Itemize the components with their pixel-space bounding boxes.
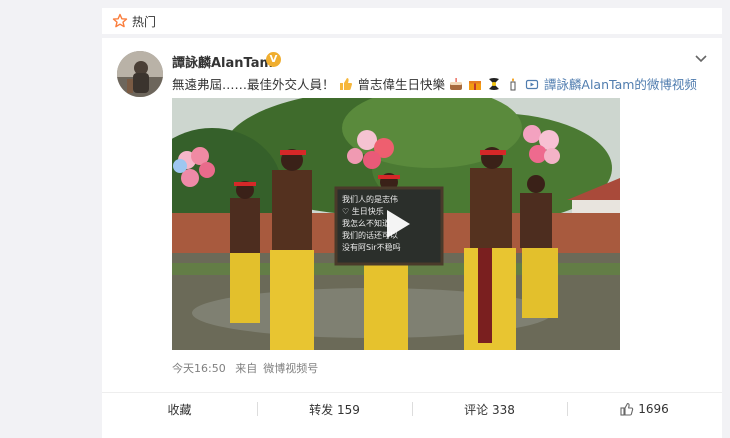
- action-bar: 收藏 转发 159 评论 338 1696: [102, 392, 722, 425]
- source-prefix: 来自: [235, 362, 258, 375]
- favorite-label: 收藏: [167, 402, 192, 417]
- post-text-part1: 無遠弗屆……最佳外交人員！: [172, 77, 335, 92]
- post-time[interactable]: 今天16:50: [172, 362, 226, 375]
- comment-label: 评论 338: [464, 402, 515, 417]
- chevron-down-icon[interactable]: [694, 54, 708, 64]
- candle-emoji-icon: [510, 78, 516, 91]
- thumbs-up-icon: [620, 402, 634, 416]
- comment-button[interactable]: 评论 338: [412, 393, 567, 425]
- verified-badge-icon: V: [266, 52, 281, 67]
- video-link[interactable]: 譚詠麟AlanTam的微博视频: [544, 77, 697, 92]
- gift-emoji-icon: [468, 81, 481, 90]
- like-button[interactable]: 1696: [567, 393, 722, 425]
- post-text-part2: 曾志偉生日快樂: [357, 77, 445, 92]
- post-meta: 今天16:50 来自 微博视频号: [172, 360, 324, 376]
- video-player[interactable]: 我们人的是志伟 ♡ 生日快乐 我怎么不知道 我们的话还可以 没有阿Sir不稳吗: [172, 98, 620, 350]
- hot-section-header[interactable]: 热门: [102, 8, 722, 34]
- hot-label: 热门: [132, 15, 157, 29]
- video-link-icon: [525, 79, 539, 90]
- repost-label: 转发 159: [309, 402, 360, 417]
- cake-emoji-icon: [449, 78, 462, 90]
- user-name-link[interactable]: 譚詠麟AlanTam: [172, 52, 273, 71]
- feed-post-card: 譚詠麟AlanTam V 無遠弗屆……最佳外交人員！ 曾志偉生日快樂 譚詠麟Al…: [102, 38, 722, 438]
- star-icon: [112, 13, 128, 28]
- post-source[interactable]: 微博视频号: [263, 362, 318, 375]
- thumbs-up-emoji-icon: [339, 78, 352, 90]
- repost-button[interactable]: 转发 159: [257, 393, 412, 425]
- play-icon[interactable]: [376, 204, 416, 244]
- post-text: 無遠弗屆……最佳外交人員！ 曾志偉生日快樂 譚詠麟AlanTam的微博视频: [172, 74, 697, 93]
- like-count: 1696: [638, 402, 669, 416]
- avatar[interactable]: [117, 51, 163, 97]
- favorite-button[interactable]: 收藏: [102, 393, 257, 425]
- fan-emoji-icon: [488, 78, 499, 90]
